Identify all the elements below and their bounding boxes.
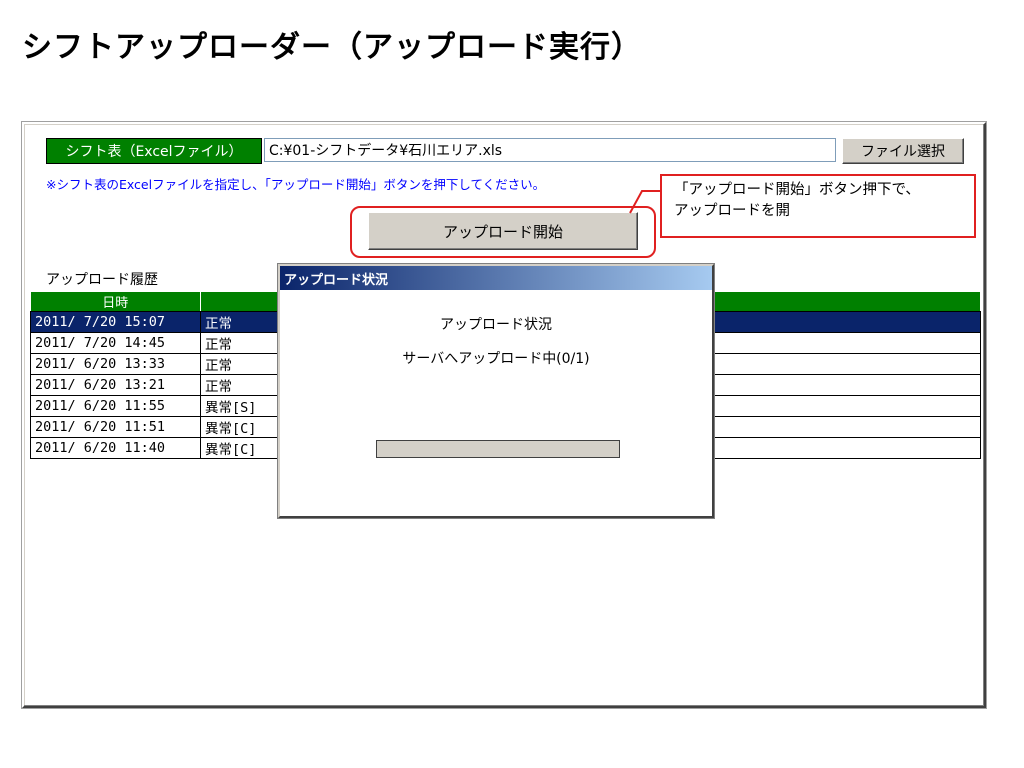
row-datetime: 2011/ 6/20 13:33 — [30, 353, 201, 375]
file-label: シフト表（Excelファイル） — [46, 138, 262, 164]
upload-progress-bar — [376, 440, 620, 458]
callout-line-2: アップロードを開 — [674, 203, 790, 219]
instruction-text: ※シフト表のExcelファイルを指定し、「アップロード開始」ボタンを押下してくだ… — [46, 177, 546, 192]
dialog-status-detail: サーバへアップロード中(0/1) — [402, 351, 590, 367]
upload-button-highlight — [350, 206, 656, 258]
file-path-input[interactable] — [264, 138, 836, 162]
row-datetime: 2011/ 6/20 11:55 — [30, 395, 201, 417]
upload-status-dialog: アップロード状況 アップロード状況 サーバへアップロード中(0/1) — [278, 264, 714, 518]
file-select-button[interactable]: ファイル選択 — [842, 138, 964, 164]
callout-line-1: 「アップロード開始」ボタン押下で、 — [674, 182, 920, 198]
row-datetime: 2011/ 6/20 13:21 — [30, 374, 201, 396]
dialog-status-heading: アップロード状況 — [440, 317, 552, 333]
row-datetime: 2011/ 6/20 11:40 — [30, 437, 201, 459]
dialog-titlebar[interactable]: アップロード状況 — [280, 266, 712, 290]
history-label: アップロード履歴 — [46, 272, 158, 288]
column-header-datetime[interactable]: 日時 — [30, 292, 201, 312]
row-datetime: 2011/ 7/20 15:07 — [30, 311, 201, 333]
row-datetime: 2011/ 7/20 14:45 — [30, 332, 201, 354]
row-datetime: 2011/ 6/20 11:51 — [30, 416, 201, 438]
page-title: シフトアップローダー（アップロード実行） — [22, 30, 642, 65]
annotation-callout: 「アップロード開始」ボタン押下で、 アップロードを開 — [660, 174, 976, 238]
